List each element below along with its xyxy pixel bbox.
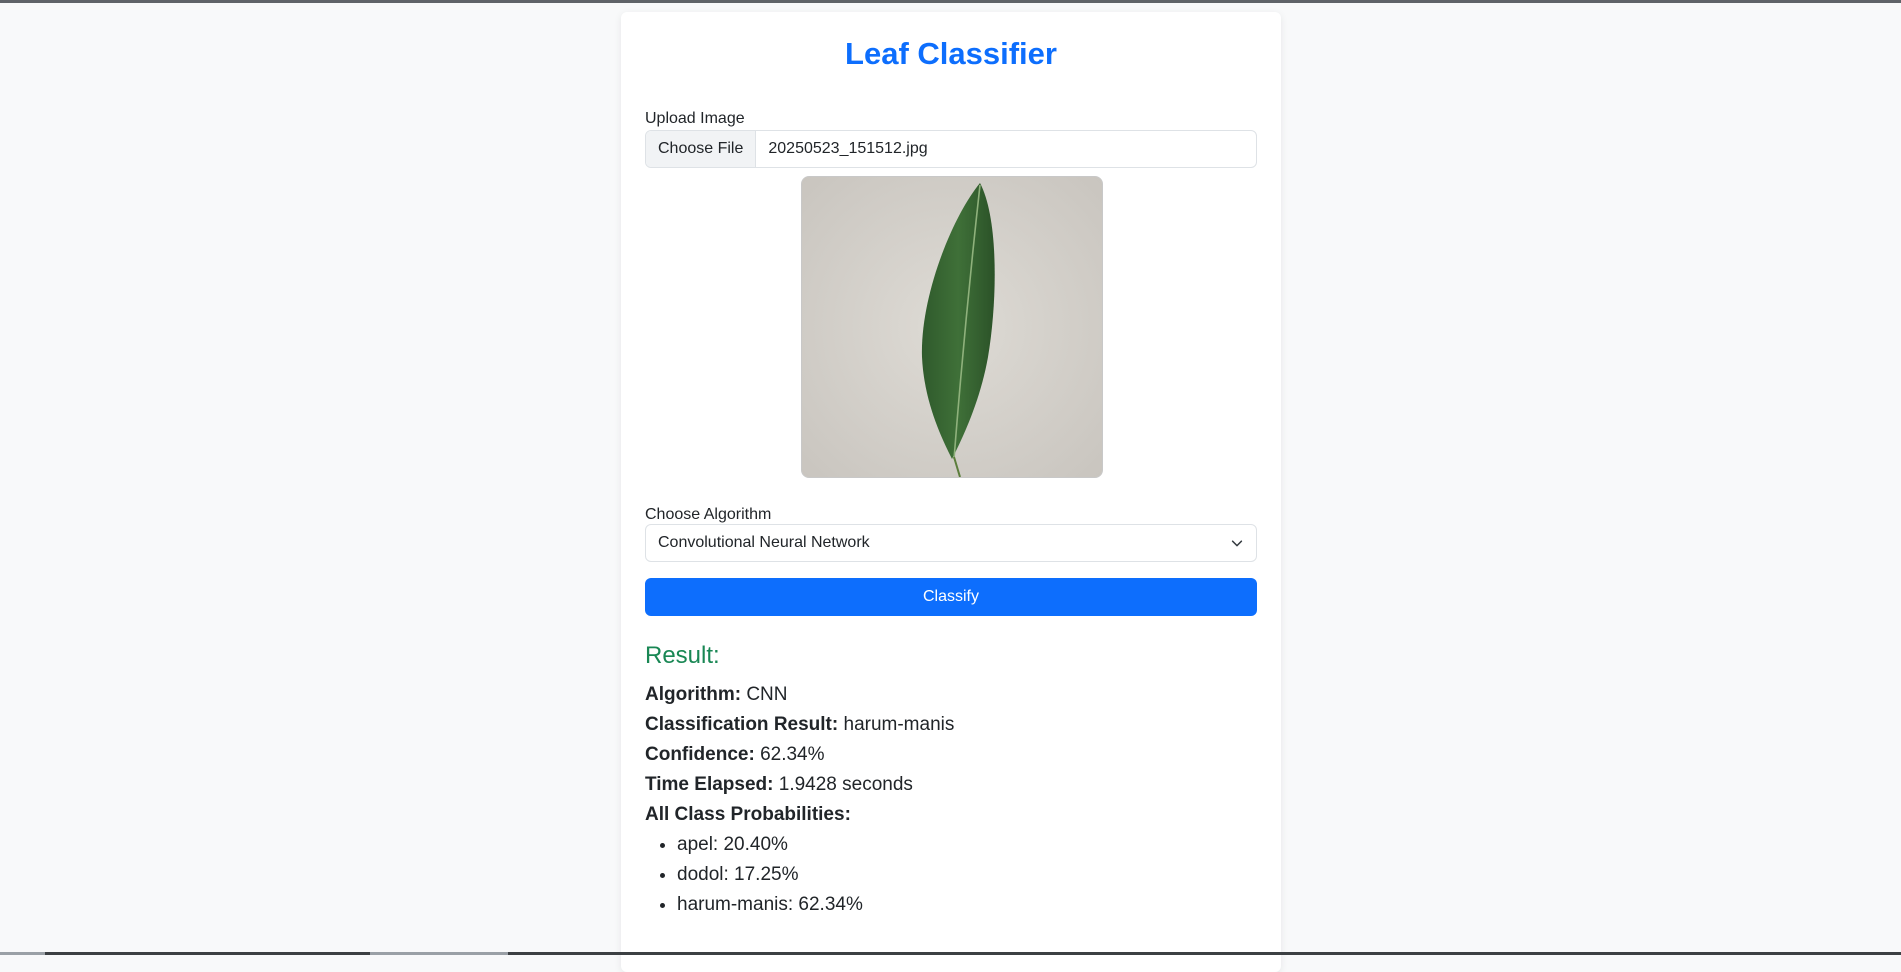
result-probabilities-row: All Class Probabilities: [645, 800, 954, 830]
browser-top-bar [0, 0, 1901, 3]
upload-image-label: Upload Image [645, 110, 745, 127]
result-classification-row: Classification Result: harum-manis [645, 710, 954, 740]
file-upload-input[interactable]: Choose File 20250523_151512.jpg [645, 130, 1257, 168]
result-algorithm-value: CNN [746, 684, 788, 705]
chevron-down-icon [1231, 540, 1243, 547]
result-probabilities-label: All Class Probabilities: [645, 804, 851, 825]
result-heading: Result: [645, 642, 720, 669]
result-confidence-row: Confidence: 62.34% [645, 740, 954, 770]
list-item: apel: 20.40% [677, 830, 954, 860]
classifier-card: Leaf Classifier Upload Image Choose File… [621, 12, 1281, 972]
list-item: dodol: 17.25% [677, 860, 954, 890]
list-item: harum-manis: 62.34% [677, 890, 954, 920]
result-confidence-label: Confidence: [645, 744, 755, 765]
choose-file-button[interactable]: Choose File [646, 131, 757, 167]
result-time-row: Time Elapsed: 1.9428 seconds [645, 770, 954, 800]
result-algorithm-row: Algorithm: CNN [645, 680, 954, 710]
uploaded-leaf-image [801, 176, 1103, 478]
selected-file-name: 20250523_151512.jpg [768, 140, 928, 157]
classify-button[interactable]: Classify [645, 578, 1257, 616]
page-title: Leaf Classifier [845, 36, 1057, 71]
result-details: Algorithm: CNN Classification Result: ha… [645, 680, 954, 920]
result-time-value: 1.9428 seconds [778, 774, 913, 795]
algorithm-selected-value: Convolutional Neural Network [658, 534, 870, 551]
result-classification-label: Classification Result: [645, 714, 839, 735]
result-classification-value: harum-manis [843, 714, 955, 735]
result-time-label: Time Elapsed: [645, 774, 774, 795]
result-algorithm-label: Algorithm: [645, 684, 742, 705]
result-confidence-value: 62.34% [760, 744, 825, 765]
choose-algorithm-label: Choose Algorithm [645, 506, 772, 523]
algorithm-select[interactable]: Convolutional Neural Network [645, 524, 1257, 562]
class-probabilities-list: apel: 20.40% dodol: 17.25% harum-manis: … [645, 830, 954, 920]
